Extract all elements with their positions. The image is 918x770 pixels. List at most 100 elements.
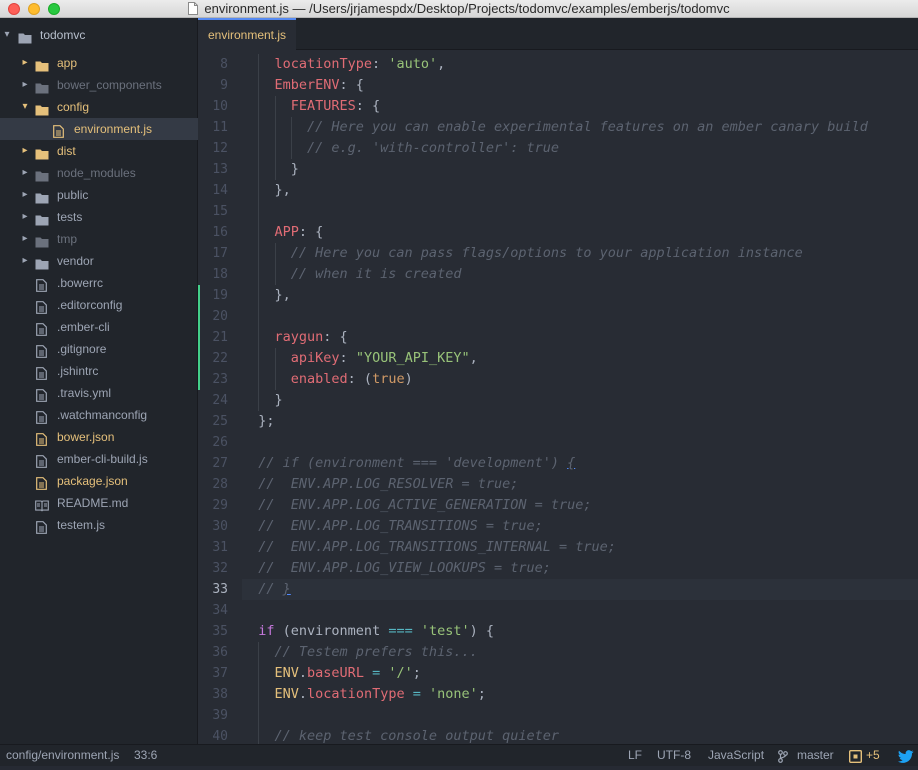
tree-item-gitignore[interactable]: .gitignore: [0, 338, 198, 360]
status-encoding[interactable]: UTF-8: [657, 745, 691, 766]
tree-item-travis-yml[interactable]: .travis.yml: [0, 382, 198, 404]
twitter-bird-icon[interactable]: [898, 749, 914, 770]
line-number[interactable]: 30: [198, 516, 228, 537]
code-editor[interactable]: 8 locationType: 'auto', 9 EmberENV: { 10 F…: [198, 50, 918, 744]
code-line[interactable]: // keep test console output quieter: [242, 726, 559, 744]
code-line[interactable]: // ENV.APP.LOG_VIEW_LOOKUPS = true;: [242, 558, 551, 579]
tree-item-jshintrc[interactable]: .jshintrc: [0, 360, 198, 382]
chevron-right-icon: ▸: [22, 233, 28, 244]
tree-item-bowerrc[interactable]: .bowerrc: [0, 272, 198, 294]
tree-item-label: tmp: [57, 232, 78, 246]
tab-environment-js[interactable]: environment.js: [198, 18, 296, 50]
code-token: // Testem prefers this...: [242, 644, 478, 660]
status-git-branch[interactable]: master: [797, 745, 834, 766]
tree-item-tests[interactable]: ▸ tests: [0, 206, 198, 228]
status-grammar[interactable]: JavaScript: [708, 745, 764, 766]
line-number[interactable]: 40: [198, 726, 228, 744]
tree-item-label: vendor: [57, 254, 94, 268]
line-number[interactable]: 15: [198, 201, 228, 222]
line-number[interactable]: 12: [198, 138, 228, 159]
line-number[interactable]: 20: [198, 306, 228, 327]
code-line[interactable]: // }: [242, 579, 291, 600]
line-number[interactable]: 28: [198, 474, 228, 495]
code-line[interactable]: // Here you can pass flags/options to yo…: [242, 243, 803, 264]
line-number[interactable]: 37: [198, 663, 228, 684]
line-number[interactable]: 29: [198, 495, 228, 516]
line-number[interactable]: 19: [198, 285, 228, 306]
line-number[interactable]: 23: [198, 369, 228, 390]
code-line[interactable]: }: [242, 390, 283, 411]
line-number[interactable]: 26: [198, 432, 228, 453]
code-line[interactable]: }: [242, 159, 299, 180]
code-line[interactable]: // if (environment === 'development') {: [242, 453, 575, 474]
tree-item-ember-cli[interactable]: .ember-cli: [0, 316, 198, 338]
code-line[interactable]: // ENV.APP.LOG_TRANSITIONS_INTERNAL = tr…: [242, 537, 616, 558]
tree-item-public[interactable]: ▸ public: [0, 184, 198, 206]
line-number[interactable]: 13: [198, 159, 228, 180]
code-line[interactable]: // ENV.APP.LOG_TRANSITIONS = true;: [242, 516, 542, 537]
line-number[interactable]: 35: [198, 621, 228, 642]
code-line[interactable]: },: [242, 285, 291, 306]
tree-item-bower-json[interactable]: bower.json: [0, 426, 198, 448]
code-line[interactable]: // ENV.APP.LOG_ACTIVE_GENERATION = true;: [242, 495, 591, 516]
tree-item-config[interactable]: ▾ config: [0, 96, 198, 118]
tree-item-tmp[interactable]: ▸ tmp: [0, 228, 198, 250]
tree-item-app[interactable]: ▸ app: [0, 52, 198, 74]
line-number[interactable]: 27: [198, 453, 228, 474]
line-number[interactable]: 31: [198, 537, 228, 558]
tree-item-ember-cli-build-js[interactable]: ember-cli-build.js: [0, 448, 198, 470]
status-line-ending[interactable]: LF: [628, 745, 642, 766]
line-number[interactable]: 14: [198, 180, 228, 201]
line-number[interactable]: 36: [198, 642, 228, 663]
status-cursor-position[interactable]: 33:6: [134, 745, 157, 766]
tree-item-node-modules[interactable]: ▸ node_modules: [0, 162, 198, 184]
code-line[interactable]: APP: {: [242, 222, 324, 243]
line-number[interactable]: 39: [198, 705, 228, 726]
code-line[interactable]: FEATURES: {: [242, 96, 380, 117]
code-line[interactable]: // when it is created: [242, 264, 462, 285]
status-git-changes[interactable]: +5: [866, 745, 880, 766]
line-number[interactable]: 32: [198, 558, 228, 579]
tree-item-testem-js[interactable]: testem.js: [0, 514, 198, 536]
code-line[interactable]: },: [242, 180, 291, 201]
line-number[interactable]: 34: [198, 600, 228, 621]
line-number[interactable]: 21: [198, 327, 228, 348]
line-number[interactable]: 17: [198, 243, 228, 264]
line-number[interactable]: 25: [198, 411, 228, 432]
code-line[interactable]: if (environment === 'test') {: [242, 621, 494, 642]
code-line[interactable]: enabled: (true): [242, 369, 413, 390]
tree-item-bower-components[interactable]: ▸ bower_components: [0, 74, 198, 96]
line-number[interactable]: 8: [198, 54, 228, 75]
code-line[interactable]: apiKey: "YOUR_API_KEY",: [242, 348, 478, 369]
tree-item-package-json[interactable]: package.json: [0, 470, 198, 492]
line-number[interactable]: 22: [198, 348, 228, 369]
code-line[interactable]: // Here you can enable experimental feat…: [242, 117, 868, 138]
code-line[interactable]: // ENV.APP.LOG_RESOLVER = true;: [242, 474, 518, 495]
code-line[interactable]: locationType: 'auto',: [242, 54, 446, 75]
tree-item-environment-js[interactable]: environment.js: [0, 118, 198, 140]
line-number[interactable]: 24: [198, 390, 228, 411]
code-line[interactable]: raygun: {: [242, 327, 348, 348]
code-line[interactable]: };: [242, 411, 274, 432]
code-line[interactable]: // e.g. 'with-controller': true: [242, 138, 559, 159]
line-number[interactable]: 38: [198, 684, 228, 705]
tree-item-vendor[interactable]: ▸ vendor: [0, 250, 198, 272]
tree-view[interactable]: ▾ todomvc ▸ app ▸ bower_components ▾ config envi…: [0, 18, 198, 744]
line-number[interactable]: 16: [198, 222, 228, 243]
code-line[interactable]: EmberENV: {: [242, 75, 364, 96]
line-number[interactable]: 18: [198, 264, 228, 285]
tree-root-todomvc[interactable]: ▾ todomvc: [0, 24, 198, 46]
tree-item-readme-md[interactable]: README.md: [0, 492, 198, 514]
line-number[interactable]: 11: [198, 117, 228, 138]
line-number[interactable]: 9: [198, 75, 228, 96]
code-line[interactable]: // Testem prefers this...: [242, 642, 478, 663]
tree-item-dist[interactable]: ▸ dist: [0, 140, 198, 162]
code-line[interactable]: ENV.locationType = 'none';: [242, 684, 486, 705]
line-number[interactable]: 10: [198, 96, 228, 117]
line-number[interactable]: 33: [198, 579, 228, 600]
tree-item-watchmanconfig[interactable]: .watchmanconfig: [0, 404, 198, 426]
status-file-path[interactable]: config/environment.js: [6, 745, 119, 766]
tree-item-editorconfig[interactable]: .editorconfig: [0, 294, 198, 316]
code-line[interactable]: ENV.baseURL = '/';: [242, 663, 421, 684]
